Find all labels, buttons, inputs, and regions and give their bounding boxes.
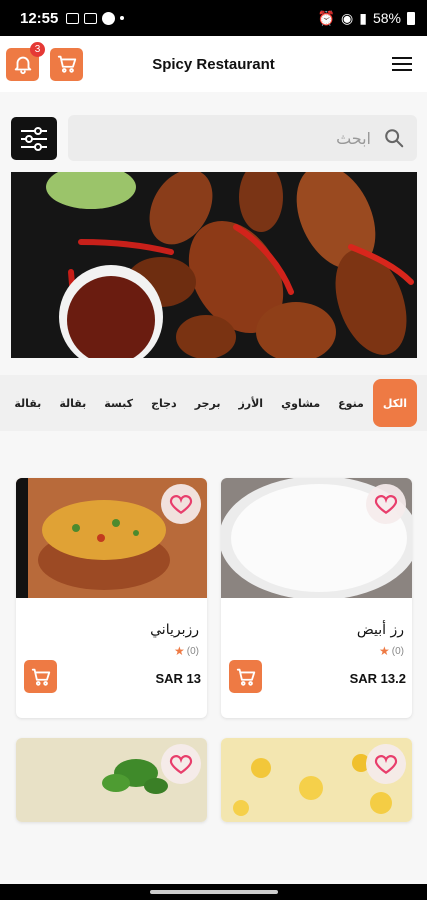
product-rating: ★ (0) xyxy=(379,644,404,658)
battery-percent: 58% xyxy=(372,10,401,26)
add-to-cart-button[interactable] xyxy=(229,660,262,693)
filter-button[interactable] xyxy=(11,117,57,160)
system-navigation-bar xyxy=(0,884,427,900)
favorite-button[interactable] xyxy=(161,484,201,524)
wifi-icon: ◉ xyxy=(341,9,354,26)
add-to-cart-button[interactable] xyxy=(24,660,57,693)
cart-button[interactable] xyxy=(50,47,83,81)
sliders-icon xyxy=(21,126,47,151)
alarm-icon: ⏰ xyxy=(317,9,336,26)
category-tab-rice[interactable]: الأرز xyxy=(229,379,272,427)
search-box xyxy=(68,115,417,161)
notifications-button[interactable]: 3 xyxy=(6,41,45,81)
promo-banner-image[interactable] xyxy=(11,172,417,358)
cart-icon xyxy=(57,55,76,73)
status-notification-icons xyxy=(66,11,125,25)
search-input[interactable] xyxy=(80,128,383,148)
heart-outline-icon xyxy=(169,755,193,774)
star-icon: ★ xyxy=(174,644,185,658)
product-image xyxy=(16,738,207,822)
product-card[interactable]: رزبرياني ★ (0) SAR 13 xyxy=(16,478,207,718)
category-tab-grocery-2[interactable]: بقالة xyxy=(5,379,50,427)
notification-badge: 3 xyxy=(30,41,45,57)
product-card[interactable] xyxy=(16,738,207,822)
heart-outline-icon xyxy=(374,495,398,514)
category-tab-chicken[interactable]: دجاج xyxy=(142,379,186,427)
favorite-button[interactable] xyxy=(366,484,406,524)
cart-icon xyxy=(31,668,50,686)
heart-outline-icon xyxy=(374,755,398,774)
signal-icon: ▮ xyxy=(359,9,367,26)
grilled-chicken-banner-illustration xyxy=(11,172,417,358)
product-image xyxy=(221,738,412,822)
product-price: SAR 13.2 xyxy=(349,671,406,686)
cart-icon xyxy=(236,668,255,686)
category-tab-kabsa[interactable]: كبسة xyxy=(95,379,142,427)
status-system-icons: ⏰ ◉ ▮ 58% xyxy=(318,10,415,27)
laptop-icon xyxy=(84,12,98,24)
image-icon xyxy=(66,12,80,24)
favorite-button[interactable] xyxy=(366,744,406,784)
rating-count: (0) xyxy=(391,645,404,657)
product-card[interactable] xyxy=(221,738,412,822)
category-tab-grills[interactable]: مشاوي xyxy=(272,379,329,427)
product-image xyxy=(221,478,412,598)
rating-count: (0) xyxy=(186,645,199,657)
category-tab-mixed[interactable]: منوع xyxy=(329,379,373,427)
more-dot-icon xyxy=(120,16,125,20)
category-tab-grocery[interactable]: بقالة xyxy=(50,379,95,427)
search-icon[interactable] xyxy=(383,127,405,149)
star-icon: ★ xyxy=(379,644,390,658)
category-tab-all[interactable]: الكل xyxy=(372,379,417,427)
product-info: رز أبيض ★ (0) SAR 13.2 xyxy=(221,598,412,718)
facebook-icon xyxy=(102,11,116,25)
product-rating: ★ (0) xyxy=(174,644,199,658)
product-name: رزبرياني xyxy=(150,622,199,638)
bell-icon xyxy=(14,56,31,75)
battery-icon xyxy=(407,11,415,25)
heart-outline-icon xyxy=(169,495,193,514)
product-info: رزبرياني ★ (0) SAR 13 xyxy=(16,598,207,718)
product-name: رز أبيض xyxy=(356,622,404,638)
product-image xyxy=(16,478,207,598)
menu-button[interactable] xyxy=(389,51,415,77)
category-tab-burger[interactable]: برجر xyxy=(186,379,230,427)
app-header: 3 Spicy Restaurant xyxy=(0,36,427,92)
home-gesture-handle[interactable] xyxy=(149,890,278,894)
favorite-button[interactable] xyxy=(161,744,201,784)
status-time: 12:55 xyxy=(20,9,59,27)
status-bar: 12:55 ⏰ ◉ ▮ 58% xyxy=(0,0,427,36)
product-card[interactable]: رز أبيض ★ (0) SAR 13.2 xyxy=(221,478,412,718)
product-price: SAR 13 xyxy=(155,671,201,686)
hamburger-menu-icon xyxy=(392,57,412,71)
category-tabs: الكل منوع مشاوي الأرز برجر دجاج كبسة بقا… xyxy=(0,375,427,431)
